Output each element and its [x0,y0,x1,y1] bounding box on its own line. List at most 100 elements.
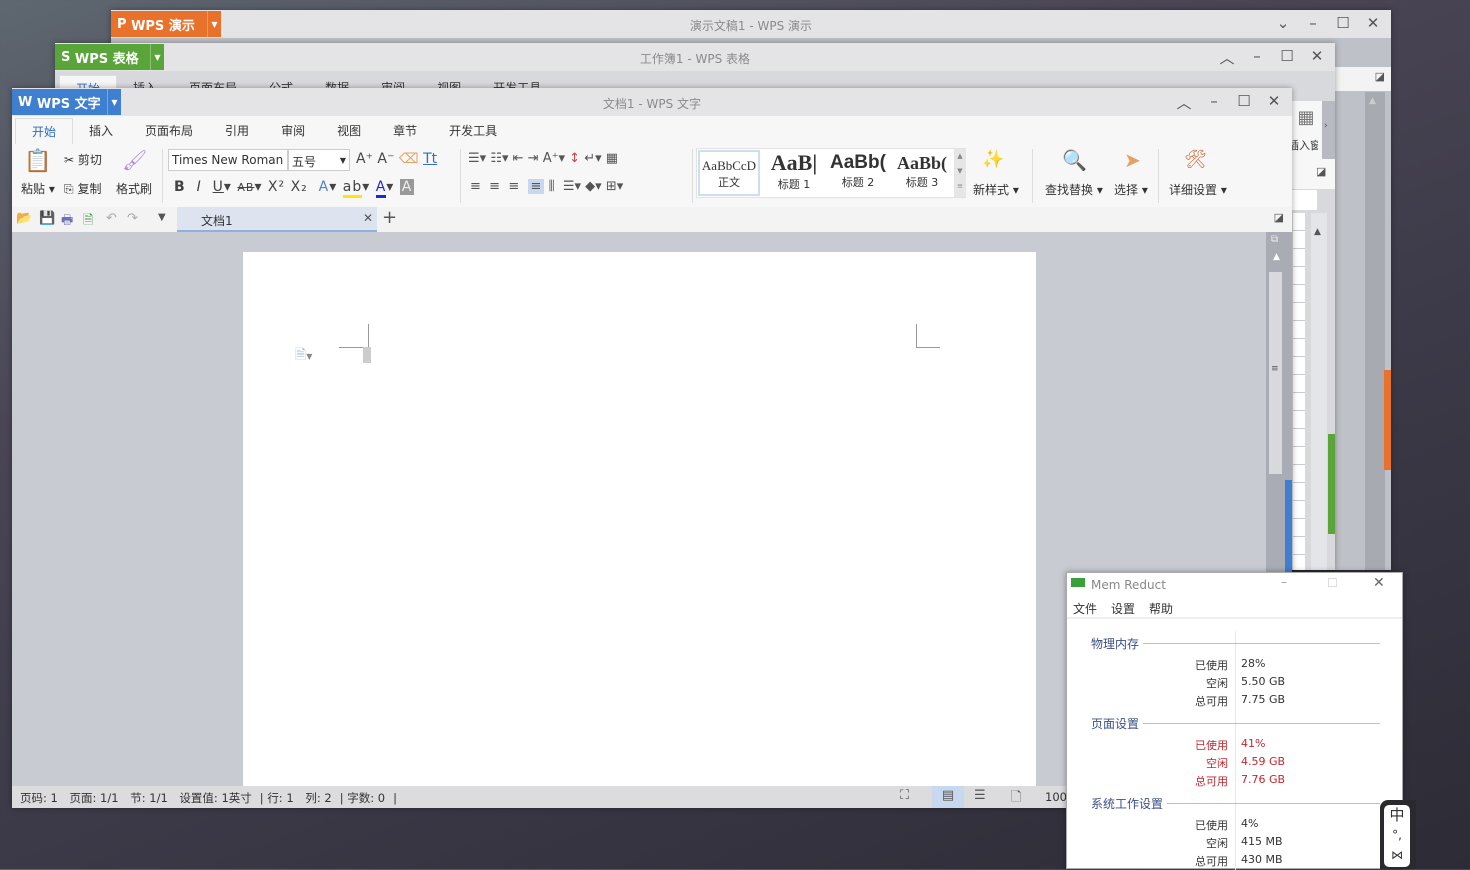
scrollbar[interactable]: ▲ [1365,92,1385,570]
section-header: 页面设置 [1091,717,1140,731]
document-page[interactable]: 🗎▼ [243,252,1036,786]
minimize-icon[interactable]: – [1303,14,1323,32]
outline-view-icon[interactable]: ☰ [974,788,986,803]
scrollbar[interactable]: ▲ [1311,213,1327,570]
tab-chapter[interactable]: 章节 [377,118,433,144]
formula-bar[interactable] [1292,190,1317,210]
collapse-icon[interactable]: ︿ [1174,92,1194,113]
ribbon: 📋 粘贴 ▾ ✂ 剪切 ⎘ 复制 🖌 格式刷 Times New Roman 五… [12,145,1292,207]
style-heading-2[interactable]: AaBb(标题 2 [827,150,889,196]
borders-icon: ⊞▾ [605,179,624,194]
tab-insert[interactable]: 插入 [73,118,129,144]
stat-value: 7.76 GB [1241,773,1286,786]
status-setting[interactable]: 设置值: 1英寸 [179,791,251,805]
collapse-icon[interactable]: ︿ [1217,47,1237,68]
ime-toolbar[interactable]: 中 °, ⋈ [1380,800,1416,869]
close-icon[interactable]: ✕ [1307,47,1327,68]
detail-settings-button[interactable]: 详细设置 ▾ [1169,181,1227,198]
side-pane-toggle[interactable] [1328,434,1335,534]
customize-dropdown-icon[interactable]: ▼ [158,212,166,223]
grid-pane-icon: ▦ [1297,107,1315,128]
paragraph-layout-icon[interactable]: 🗎▼ [295,344,312,368]
format-painter-button[interactable]: 格式刷 [116,180,152,197]
font-format-buttons[interactable]: B I U▾ AB▾ X² X₂ A▾ ab▾ A▾ A [174,179,415,198]
section-header: 系统工作设置 [1091,797,1164,811]
ime-mode-toggle[interactable]: 中 [1384,805,1410,825]
paragraph-buttons[interactable]: ☰▾ ☷▾ ⇤ ⇥ A⁺▾ ↕ ↵▾ ▦ [468,151,618,166]
split-view-icon[interactable]: ⧉ [1271,234,1278,245]
tab-home[interactable]: 开始 [15,118,74,144]
scroll-up-icon[interactable]: ▲ [1273,252,1280,262]
section-divider [1143,643,1380,644]
stat-label: 已使用 [1195,819,1228,832]
stat-value: 4.59 GB [1241,755,1286,768]
maximize-icon[interactable]: ☐ [1333,14,1353,32]
stat-label: 空闲 [1206,757,1228,770]
status-pages: 页面: 1/1 [69,791,119,805]
open-folder-icon[interactable]: 📂 [16,211,32,226]
status-col: 列: 2 [305,791,332,805]
new-style-button[interactable]: 新样式 ▾ [973,181,1019,198]
undo-icon[interactable]: ↶ [106,211,117,226]
close-icon[interactable]: ✕ [1264,92,1284,113]
zoom-level[interactable]: 100 [1045,790,1067,804]
print-preview-icon[interactable]: 🗎 [83,211,93,233]
ime-punctuation-toggle[interactable]: °, [1384,825,1410,845]
close-icon[interactable]: ✕ [1363,14,1383,32]
tab-developer[interactable]: 开发工具 [433,118,513,144]
title-bar: P WPS 演示 ▼ 演示文稿1 - WPS 演示 ⌄ – ☐ ✕ [111,10,1391,38]
redo-icon[interactable]: ↷ [127,211,138,226]
highlight-icon: ab [342,179,363,198]
char-shading-icon: A [399,179,415,195]
paste-button[interactable]: 粘贴 ▾ [21,180,55,197]
copy-button[interactable]: ⎘ 复制 [64,180,101,197]
minimize-icon[interactable]: – [1247,47,1267,68]
distribute-icon: ⫼ [548,179,555,194]
status-page-number: 页码: 1 [20,791,58,805]
print-icon[interactable]: 🖶 [61,211,73,233]
tab-references[interactable]: 引用 [209,118,265,144]
page-view-icon[interactable]: ▤ [932,786,964,808]
cut-button[interactable]: ✂ 剪切 [64,151,102,168]
stat-value: 41% [1241,737,1266,750]
close-tab-icon[interactable]: ✕ [363,211,373,225]
style-gallery-scroll[interactable]: ▲ ▼ ≡ [954,149,966,197]
style-heading-3[interactable]: AaBb(标题 3 [891,150,953,196]
mem-reduct-window: Mem Reduct – ☐ ✕ 文件 设置 帮助 物理内存 已使用 28% 空闲 5.… [1066,572,1403,870]
font-size-select[interactable]: 五号 ▼ [288,149,350,171]
ribbon-options-icon[interactable]: ◪ [1274,211,1284,224]
find-replace-button[interactable]: 查找替换 ▾ [1045,181,1103,198]
scroll-thumb[interactable]: ≡ [1269,272,1282,474]
font-name-select[interactable]: Times New Roman [168,149,288,171]
document-tab-label: 文档1 [201,214,233,228]
document-tab[interactable]: 文档1 ✕ [177,207,377,232]
tab-view[interactable]: 视图 [321,118,377,144]
status-word-count[interactable]: 字数: 0 [347,791,385,805]
minimize-icon[interactable]: – [1204,92,1224,113]
window-title: 文档1 - WPS 文字 [602,97,702,111]
find-replace-icon: 🔍 [1062,148,1087,172]
save-icon[interactable]: 💾 [39,211,55,226]
alignment-buttons[interactable]: ≡ ≡ ≡ ≡ ⫼ ☰▾ ◆▾ ⊞▾ [470,179,623,194]
side-pane-toggle[interactable] [1384,370,1391,470]
tab-page-layout[interactable]: 页面布局 [129,118,209,144]
paste-icon[interactable]: 📋 [24,149,51,174]
maximize-icon[interactable]: ☐ [1234,92,1254,113]
butterfly-icon[interactable]: ⋈ [1384,845,1410,865]
full-screen-icon[interactable]: ⛶ [900,788,909,803]
tab-review[interactable]: 审阅 [265,118,321,144]
ribbon-options-icon[interactable]: ◪ [1316,165,1326,178]
brush-icon[interactable]: 🖌 [122,148,147,172]
align-center-icon: ≡ [489,179,501,194]
ribbon-options-icon[interactable]: ◪ [1375,70,1385,83]
style-heading-1[interactable]: AaB| 标题 1 [763,150,825,196]
insert-pane-button[interactable]: ▦ 插入窗格 › ◪ [1288,101,1335,189]
select-button[interactable]: 选择 ▾ [1114,181,1148,198]
font-grow-shrink[interactable]: A⁺ A⁻ ⌫ Tt [356,151,437,167]
web-view-icon[interactable]: 🗋 [1011,788,1021,810]
new-tab-icon[interactable]: + [382,207,397,228]
cursor-arrow-icon: ➤ [1124,148,1141,172]
maximize-icon[interactable]: ☐ [1277,47,1297,68]
style-normal[interactable]: AaBbCcD 正文 [698,150,760,196]
collapse-icon[interactable]: ⌄ [1273,14,1293,32]
